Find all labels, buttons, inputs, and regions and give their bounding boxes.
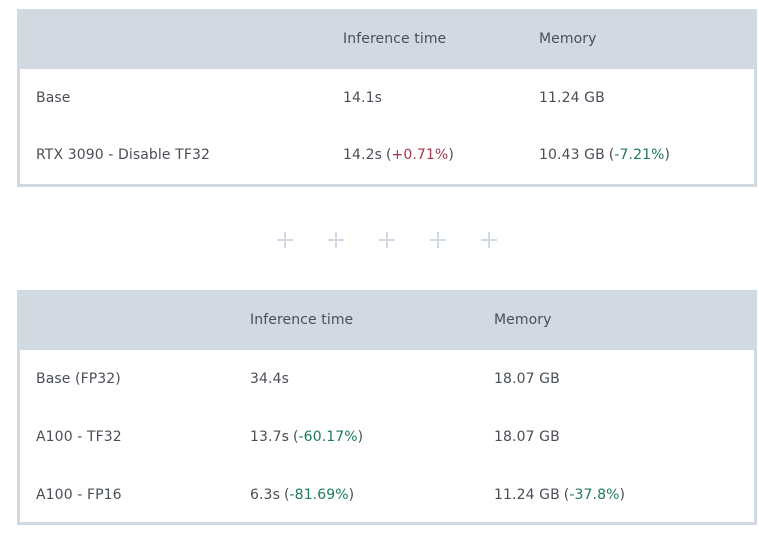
delta-decrease: -7.21% bbox=[614, 147, 665, 163]
memory-cell: 11.24 GB (-37.8%) bbox=[494, 466, 625, 524]
inference-time-cell: 14.2s (+0.71%) bbox=[343, 126, 454, 184]
table-header: Inference time Memory bbox=[20, 9, 754, 69]
table-row: A100 - FP16 6.3s (-81.69%) 11.24 GB (-37… bbox=[20, 466, 754, 524]
section-separator bbox=[272, 226, 512, 254]
comparison-table-rtx3090: Inference time Memory Base 14.1s 11.24 G… bbox=[17, 9, 757, 187]
memory-cell: 18.07 GB bbox=[494, 350, 560, 408]
memory-cell: 18.07 GB bbox=[494, 408, 560, 466]
paren-close: ) bbox=[619, 487, 626, 503]
table-row: RTX 3090 - Disable TF32 14.2s (+0.71%) 1… bbox=[20, 126, 754, 184]
paren-close: ) bbox=[357, 429, 364, 445]
paren-close: ) bbox=[448, 147, 454, 163]
plus-icon bbox=[479, 226, 499, 254]
plus-icon bbox=[377, 226, 397, 254]
memory-value: 11.24 GB bbox=[494, 487, 560, 503]
memory-delta: (-37.8%) bbox=[564, 487, 625, 503]
memory-value: 18.07 GB bbox=[494, 429, 560, 445]
row-label: Base (FP32) bbox=[36, 371, 121, 387]
row-label: Base bbox=[36, 89, 71, 106]
inference-time-value: 14.1s bbox=[343, 89, 382, 106]
plus-icon bbox=[275, 226, 295, 254]
inference-time-delta: (-60.17%) bbox=[293, 429, 363, 445]
table-header: Inference time Memory bbox=[20, 290, 754, 350]
header-inference-time: Inference time bbox=[250, 312, 354, 328]
inference-time-value: 13.7s bbox=[250, 429, 289, 445]
plus-icon bbox=[326, 226, 346, 254]
table-row: A100 - TF32 13.7s (-60.17%) 18.07 GB bbox=[20, 408, 754, 466]
table-row: Base (FP32) 34.4s 18.07 GB bbox=[20, 350, 754, 408]
paren-close: ) bbox=[348, 487, 355, 503]
inference-time-value: 14.2s bbox=[343, 147, 382, 163]
memory-value: 11.24 GB bbox=[539, 89, 605, 106]
inference-time-delta: (+0.71%) bbox=[386, 147, 454, 163]
delta-decrease: -60.17% bbox=[298, 429, 358, 445]
delta-decrease: -81.69% bbox=[289, 487, 349, 503]
row-label: A100 - FP16 bbox=[36, 487, 122, 503]
header-inference-time: Inference time bbox=[343, 31, 447, 47]
memory-delta: (-7.21%) bbox=[609, 147, 670, 163]
memory-value: 10.43 GB bbox=[539, 147, 605, 163]
row-label: A100 - TF32 bbox=[36, 429, 122, 445]
row-label: RTX 3090 - Disable TF32 bbox=[36, 147, 210, 163]
table-body: Base 14.1s 11.24 GB RTX 3090 - Disable T… bbox=[20, 69, 754, 184]
inference-time-delta: (-81.69%) bbox=[284, 487, 354, 503]
memory-cell: 10.43 GB (-7.21%) bbox=[539, 126, 670, 184]
delta-increase: +0.71% bbox=[391, 147, 449, 163]
table-row: Base 14.1s 11.24 GB bbox=[20, 69, 754, 126]
table-body: Base (FP32) 34.4s 18.07 GB A100 - TF32 1… bbox=[20, 350, 754, 522]
comparison-table-a100: Inference time Memory Base (FP32) 34.4s … bbox=[17, 290, 757, 525]
delta-decrease: -37.8% bbox=[569, 487, 620, 503]
memory-cell: 11.24 GB bbox=[539, 69, 605, 126]
plus-icon bbox=[428, 226, 448, 254]
inference-time-cell: 34.4s bbox=[250, 350, 289, 408]
paren-close: ) bbox=[664, 147, 671, 163]
header-memory: Memory bbox=[494, 312, 552, 328]
inference-time-cell: 13.7s (-60.17%) bbox=[250, 408, 363, 466]
inference-time-cell: 14.1s bbox=[343, 69, 382, 126]
memory-value: 18.07 GB bbox=[494, 371, 560, 387]
inference-time-value: 6.3s bbox=[250, 487, 280, 503]
inference-time-cell: 6.3s (-81.69%) bbox=[250, 466, 354, 524]
header-memory: Memory bbox=[539, 31, 597, 47]
inference-time-value: 34.4s bbox=[250, 371, 289, 387]
